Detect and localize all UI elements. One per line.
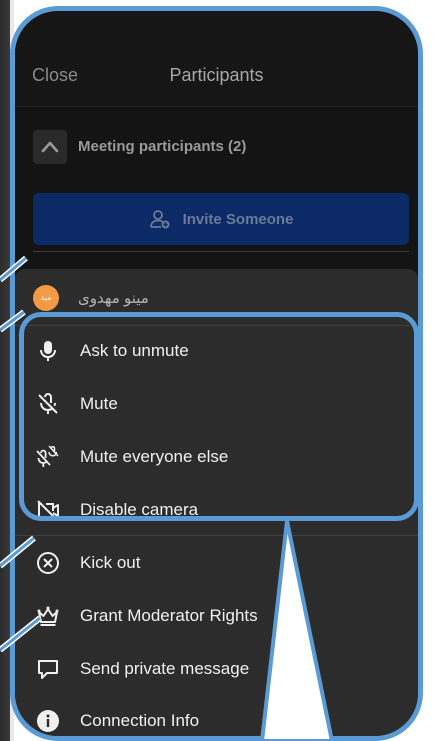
- menu-item-label: Kick out: [80, 553, 141, 572]
- microphone-icon: [40, 341, 56, 361]
- camera-off-icon: [37, 500, 59, 521]
- menu-item-label: Grant Moderator Rights: [80, 606, 258, 625]
- mute-item[interactable]: Mute: [33, 384, 393, 424]
- disable-camera-item[interactable]: Disable camera: [33, 490, 393, 530]
- collapse-button[interactable]: [33, 130, 67, 164]
- grant-moderator-rights-item[interactable]: Grant Moderator Rights: [33, 596, 393, 636]
- menu-item-label: Connection Info: [80, 711, 200, 730]
- close-circle-icon: [37, 552, 59, 574]
- menu-item-label: Disable camera: [80, 500, 199, 519]
- mute-everyone-else-item[interactable]: Mute everyone else: [33, 437, 393, 477]
- connection-info-item[interactable]: Connection Info: [33, 701, 393, 736]
- menu-item-label: Send private message: [80, 659, 250, 678]
- crown-icon: [37, 606, 59, 626]
- chat-bubble-icon: [38, 660, 58, 679]
- invite-someone-button[interactable]: Invite Someone: [33, 193, 409, 245]
- ask-to-unmute-item[interactable]: Ask to unmute: [33, 331, 393, 371]
- participant-name: مینو مهدوی: [78, 290, 149, 307]
- menu-item-label: Mute: [80, 394, 118, 413]
- info-icon: [37, 710, 59, 732]
- menu-item-label: Mute everyone else: [80, 447, 229, 466]
- page-title: Participants: [169, 65, 264, 85]
- sheet-divider: [15, 325, 418, 326]
- header-bar: Close Participants: [15, 11, 418, 107]
- send-private-message-item[interactable]: Send private message: [33, 649, 393, 689]
- phone-frame: Close Participants Meeting participants …: [10, 6, 423, 741]
- background-page-edge: [0, 0, 10, 741]
- sheet-divider: [15, 535, 418, 536]
- invite-someone-label: Invite Someone: [182, 210, 294, 228]
- divider: [33, 251, 409, 252]
- chevron-up-icon: [41, 141, 59, 153]
- mic-off-icon: [38, 392, 58, 414]
- avatar: ميد: [33, 285, 59, 311]
- menu-item-label: Ask to unmute: [80, 341, 189, 360]
- header-divider: [15, 106, 418, 107]
- participant-actions-sheet: ميد مینو مهدوی Ask to unmute Mute Mute e…: [15, 269, 418, 736]
- mic-off-all-icon: [36, 445, 59, 467]
- meeting-participants-label: Meeting participants (2): [78, 138, 247, 155]
- add-user-icon: [149, 210, 170, 229]
- kick-out-item[interactable]: Kick out: [33, 543, 393, 583]
